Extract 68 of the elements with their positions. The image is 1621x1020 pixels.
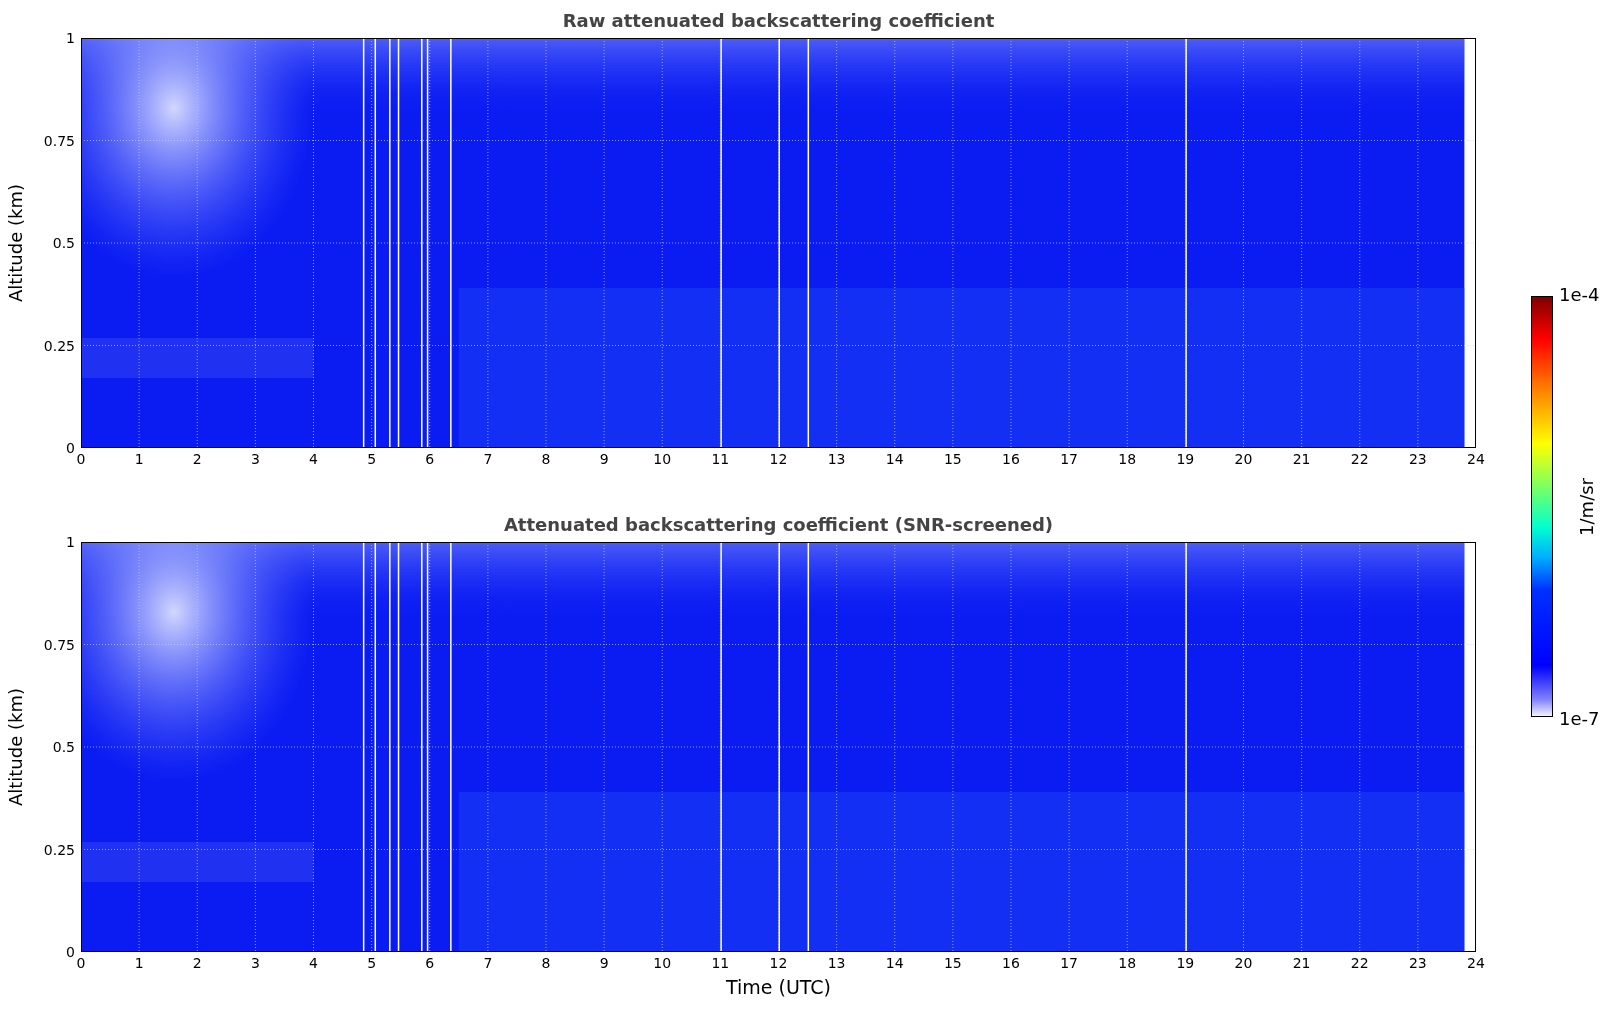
x-tick-label: 15 xyxy=(943,955,962,971)
x-tick-label: 6 xyxy=(425,451,435,467)
x-tick-label: 22 xyxy=(1350,451,1369,467)
plot-title: Attenuated backscattering coefficient (SNR-screened) xyxy=(502,513,1055,537)
x-tick-label: 18 xyxy=(1118,955,1137,971)
x-tick-label: 23 xyxy=(1408,451,1427,467)
y-tick-label: 0 xyxy=(66,944,75,960)
x-tick-label: 8 xyxy=(541,955,551,971)
y-tick-label: 1 xyxy=(66,534,75,550)
y-tick-label: 0.25 xyxy=(43,337,75,354)
plot-title: Raw attenuated backscattering coefficient xyxy=(561,9,996,33)
x-tick-label: 11 xyxy=(711,451,730,467)
x-tick-label: 20 xyxy=(1234,451,1253,467)
colorbar-min-label: 1e-7 xyxy=(1559,708,1600,729)
x-tick-label: 2 xyxy=(192,451,202,467)
x-tick-label: 7 xyxy=(483,955,493,971)
y-tick-label: 0.75 xyxy=(43,636,75,653)
y-tick-label: 1 xyxy=(66,30,75,46)
x-axis-label: Time (UTC) xyxy=(725,976,832,998)
x-tick-label: 0 xyxy=(76,955,86,971)
x-tick-label: 15 xyxy=(943,451,962,467)
x-tick-label: 4 xyxy=(309,955,318,971)
y-tick-label: 0 xyxy=(66,440,75,456)
x-tick-label: 12 xyxy=(769,451,788,467)
x-tick-label: 3 xyxy=(250,955,260,971)
x-tick-label: 24 xyxy=(1467,955,1485,971)
x-tick-label: 7 xyxy=(483,451,493,467)
x-tick-label: 14 xyxy=(885,955,904,971)
x-tick-label: 24 xyxy=(1467,451,1485,467)
y-tick-label: 0.25 xyxy=(43,841,75,858)
x-tick-label: 16 xyxy=(1002,955,1020,971)
x-tick-label: 22 xyxy=(1350,955,1369,971)
x-tick-label: 18 xyxy=(1118,451,1137,467)
x-tick-label: 14 xyxy=(885,451,904,467)
x-tick-label: 11 xyxy=(711,955,730,971)
x-tick-label: 9 xyxy=(599,955,609,971)
y-tick-label: 0.5 xyxy=(52,739,75,755)
colorbar-unit-label: 1/m/sr xyxy=(1575,477,1597,536)
x-tick-label: 19 xyxy=(1176,451,1195,467)
x-tick-label: 23 xyxy=(1408,955,1427,971)
x-tick-label: 1 xyxy=(134,451,144,467)
x-tick-label: 6 xyxy=(425,955,435,971)
y-tick-label: 0.75 xyxy=(43,132,75,149)
x-tick-label: 20 xyxy=(1234,955,1253,971)
x-tick-label: 5 xyxy=(367,451,377,467)
x-tick-label: 21 xyxy=(1292,955,1311,971)
x-tick-label: 10 xyxy=(653,955,672,971)
x-tick-label: 1 xyxy=(134,955,144,971)
x-tick-label: 16 xyxy=(1002,451,1020,467)
y-axis-label: Altitude (km) xyxy=(4,183,26,303)
x-tick-label: 3 xyxy=(250,451,260,467)
x-tick-label: 21 xyxy=(1292,451,1311,467)
x-tick-label: 5 xyxy=(367,955,377,971)
x-tick-label: 0 xyxy=(76,451,86,467)
x-tick-label: 9 xyxy=(599,451,609,467)
x-tick-label: 19 xyxy=(1176,955,1195,971)
x-tick-label: 17 xyxy=(1060,955,1079,971)
y-axis-label: Altitude (km) xyxy=(4,687,26,807)
x-tick-label: 2 xyxy=(192,955,202,971)
colorbar-max-label: 1e-4 xyxy=(1559,284,1600,305)
x-tick-label: 4 xyxy=(309,451,318,467)
x-tick-label: 17 xyxy=(1060,451,1079,467)
x-tick-label: 12 xyxy=(769,955,788,971)
x-tick-label: 8 xyxy=(541,451,551,467)
x-tick-label: 10 xyxy=(653,451,672,467)
y-tick-label: 0.5 xyxy=(52,235,75,251)
x-tick-label: 13 xyxy=(827,955,846,971)
x-tick-label: 13 xyxy=(827,451,846,467)
